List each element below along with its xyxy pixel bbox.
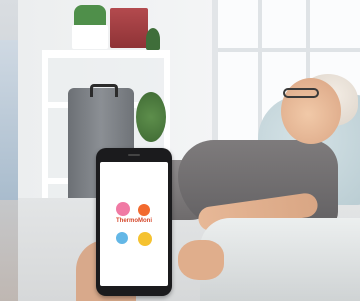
potted-plant: [72, 5, 108, 49]
glasses: [283, 88, 319, 98]
blanket: [200, 218, 360, 301]
phone-speaker: [128, 154, 140, 156]
phone-screen: ThermoMoni: [100, 162, 168, 286]
logo-dot-yellow: [138, 232, 152, 246]
smartphone: ThermoMoni: [96, 148, 172, 296]
app-logo-icon: [100, 162, 168, 286]
app-logo-text: ThermoMoni: [116, 218, 152, 224]
photo-scene: ThermoMoni: [0, 0, 360, 301]
red-box: [110, 8, 148, 48]
logo-dot-pink: [116, 202, 130, 216]
patient-hand: [178, 240, 224, 280]
left-edge-blur: [0, 0, 18, 301]
logo-dot-orange: [138, 204, 150, 216]
logo-dot-blue: [116, 232, 128, 244]
plant-shelf: [136, 92, 166, 142]
plant-small: [146, 28, 160, 50]
